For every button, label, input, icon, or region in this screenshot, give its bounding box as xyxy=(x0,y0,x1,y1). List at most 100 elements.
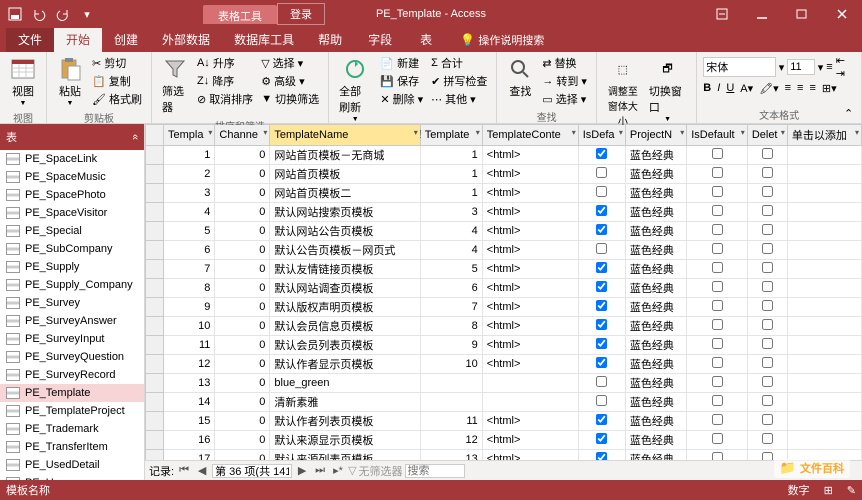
row-selector[interactable] xyxy=(146,165,164,184)
row-selector[interactable] xyxy=(146,241,164,260)
filter-button[interactable]: 筛选器 xyxy=(158,54,192,117)
checkbox[interactable] xyxy=(712,376,723,387)
delete-record-button[interactable]: ✕ 删除 ▾ xyxy=(377,90,426,108)
table-row[interactable]: 70默认友情链接页模板5<html>蓝色经典 xyxy=(146,260,862,279)
underline-icon[interactable]: U xyxy=(726,82,734,95)
tell-me[interactable]: 💡 操作说明搜索 xyxy=(446,28,558,52)
nav-prev-icon[interactable]: ◀ xyxy=(194,464,210,477)
checkbox[interactable] xyxy=(596,148,607,159)
nav-item[interactable]: PE_TransferItem xyxy=(0,438,144,456)
checkbox[interactable] xyxy=(596,376,607,387)
nav-next-icon[interactable]: ▶ xyxy=(294,464,310,477)
checkbox[interactable] xyxy=(596,243,607,254)
checkbox[interactable] xyxy=(762,300,773,311)
tab-create[interactable]: 创建 xyxy=(102,27,150,52)
fill-color-icon[interactable]: 🖍▾ xyxy=(759,82,779,95)
select-button[interactable]: ▭ 选择 ▾ xyxy=(539,90,590,108)
new-record-button[interactable]: 📄 新建 xyxy=(377,54,426,72)
font-color-icon[interactable]: A▾ xyxy=(740,82,753,95)
checkbox[interactable] xyxy=(762,148,773,159)
tab-help[interactable]: 帮助 xyxy=(306,27,354,52)
row-selector[interactable] xyxy=(146,374,164,393)
align-left-icon[interactable]: ≡ xyxy=(785,82,791,95)
cut-button[interactable]: ✂ 剪切 xyxy=(89,54,145,72)
nav-item[interactable]: PE_Supply_Company xyxy=(0,276,144,294)
column-header[interactable]: TemplateConte▾ xyxy=(482,125,578,146)
close-icon[interactable] xyxy=(822,0,862,28)
checkbox[interactable] xyxy=(762,262,773,273)
save-icon[interactable] xyxy=(4,3,26,25)
checkbox[interactable] xyxy=(712,281,723,292)
table-row[interactable]: 40默认网站搜索页模板3<html>蓝色经典 xyxy=(146,203,862,222)
tab-home[interactable]: 开始 xyxy=(54,27,102,52)
nav-item[interactable]: PE_User xyxy=(0,474,144,480)
row-selector[interactable] xyxy=(146,184,164,203)
align-center-icon[interactable]: ≡ xyxy=(797,82,803,95)
undo-icon[interactable] xyxy=(28,3,50,25)
italic-icon[interactable]: I xyxy=(717,82,720,95)
row-selector[interactable] xyxy=(146,222,164,241)
checkbox[interactable] xyxy=(762,281,773,292)
row-selector[interactable] xyxy=(146,203,164,222)
checkbox[interactable] xyxy=(596,338,607,349)
save-record-button[interactable]: 💾 保存 xyxy=(377,72,426,90)
spelling-button[interactable]: ✔ 拼写检查 xyxy=(428,72,490,90)
checkbox[interactable] xyxy=(762,224,773,235)
row-selector[interactable] xyxy=(146,431,164,450)
column-header[interactable]: 单击以添加▾ xyxy=(787,125,861,146)
checkbox[interactable] xyxy=(596,262,607,273)
nav-item[interactable]: PE_SpaceVisitor xyxy=(0,204,144,222)
table-row[interactable]: 90默认版权声明页模板7<html>蓝色经典 xyxy=(146,298,862,317)
font-size[interactable]: 11 xyxy=(787,59,815,75)
table-row[interactable]: 130blue_green蓝色经典 xyxy=(146,374,862,393)
checkbox[interactable] xyxy=(712,300,723,311)
checkbox[interactable] xyxy=(596,395,607,406)
tab-external[interactable]: 外部数据 xyxy=(150,27,222,52)
indent-icon[interactable]: ⇤ ⇥ xyxy=(836,54,855,80)
toggle-filter-button[interactable]: ▼ 切换筛选 xyxy=(258,90,322,108)
column-header[interactable]: TemplateName▾ xyxy=(270,125,420,146)
replace-button[interactable]: ⇄ 替换 xyxy=(539,54,590,72)
ribbon-options-icon[interactable] xyxy=(702,0,742,28)
selection-button[interactable]: ▽ 选择 ▾ xyxy=(258,54,322,72)
minimize-icon[interactable] xyxy=(742,0,782,28)
nav-item[interactable]: PE_Template xyxy=(0,384,144,402)
row-selector[interactable] xyxy=(146,279,164,298)
checkbox[interactable] xyxy=(762,319,773,330)
nav-item[interactable]: PE_SurveyQuestion xyxy=(0,348,144,366)
advanced-button[interactable]: ⚙ 高级 ▾ xyxy=(258,72,322,90)
nav-new-icon[interactable]: ▸* xyxy=(330,464,346,477)
checkbox[interactable] xyxy=(712,319,723,330)
checkbox[interactable] xyxy=(712,148,723,159)
more-button[interactable]: ⋯ 其他 ▾ xyxy=(428,90,490,108)
checkbox[interactable] xyxy=(762,376,773,387)
nav-item[interactable]: PE_UsedDetail xyxy=(0,456,144,474)
checkbox[interactable] xyxy=(596,433,607,444)
paste-button[interactable]: 粘贴▼ xyxy=(53,54,87,109)
switch-button[interactable]: 🗗切换窗口▼ xyxy=(645,54,690,130)
column-header[interactable]: ProjectN▾ xyxy=(625,125,686,146)
maximize-icon[interactable] xyxy=(782,0,822,28)
nav-item[interactable]: PE_TemplateProject xyxy=(0,402,144,420)
checkbox[interactable] xyxy=(712,224,723,235)
nav-item[interactable]: PE_Trademark xyxy=(0,420,144,438)
nav-first-icon[interactable]: ⏮ xyxy=(176,464,192,477)
copy-button[interactable]: 📋 复制 xyxy=(89,72,145,90)
checkbox[interactable] xyxy=(762,167,773,178)
row-selector[interactable] xyxy=(146,412,164,431)
row-selector[interactable] xyxy=(146,450,164,461)
nav-item[interactable]: PE_SubCompany xyxy=(0,240,144,258)
checkbox[interactable] xyxy=(762,205,773,216)
row-selector[interactable] xyxy=(146,336,164,355)
checkbox[interactable] xyxy=(596,357,607,368)
table-row[interactable]: 170默认来源列表页模板13<html>蓝色经典 xyxy=(146,450,862,461)
checkbox[interactable] xyxy=(712,395,723,406)
tab-file[interactable]: 文件 xyxy=(6,27,54,52)
refresh-button[interactable]: 全部刷新▼ xyxy=(335,54,375,125)
checkbox[interactable] xyxy=(712,414,723,425)
view-design-icon[interactable]: ✎ xyxy=(847,484,856,497)
login-button[interactable]: 登录 xyxy=(277,3,325,25)
nav-item[interactable]: PE_SurveyRecord xyxy=(0,366,144,384)
tab-table[interactable]: 表 xyxy=(406,27,446,52)
table-row[interactable]: 110默认会员列表页模板9<html>蓝色经典 xyxy=(146,336,862,355)
